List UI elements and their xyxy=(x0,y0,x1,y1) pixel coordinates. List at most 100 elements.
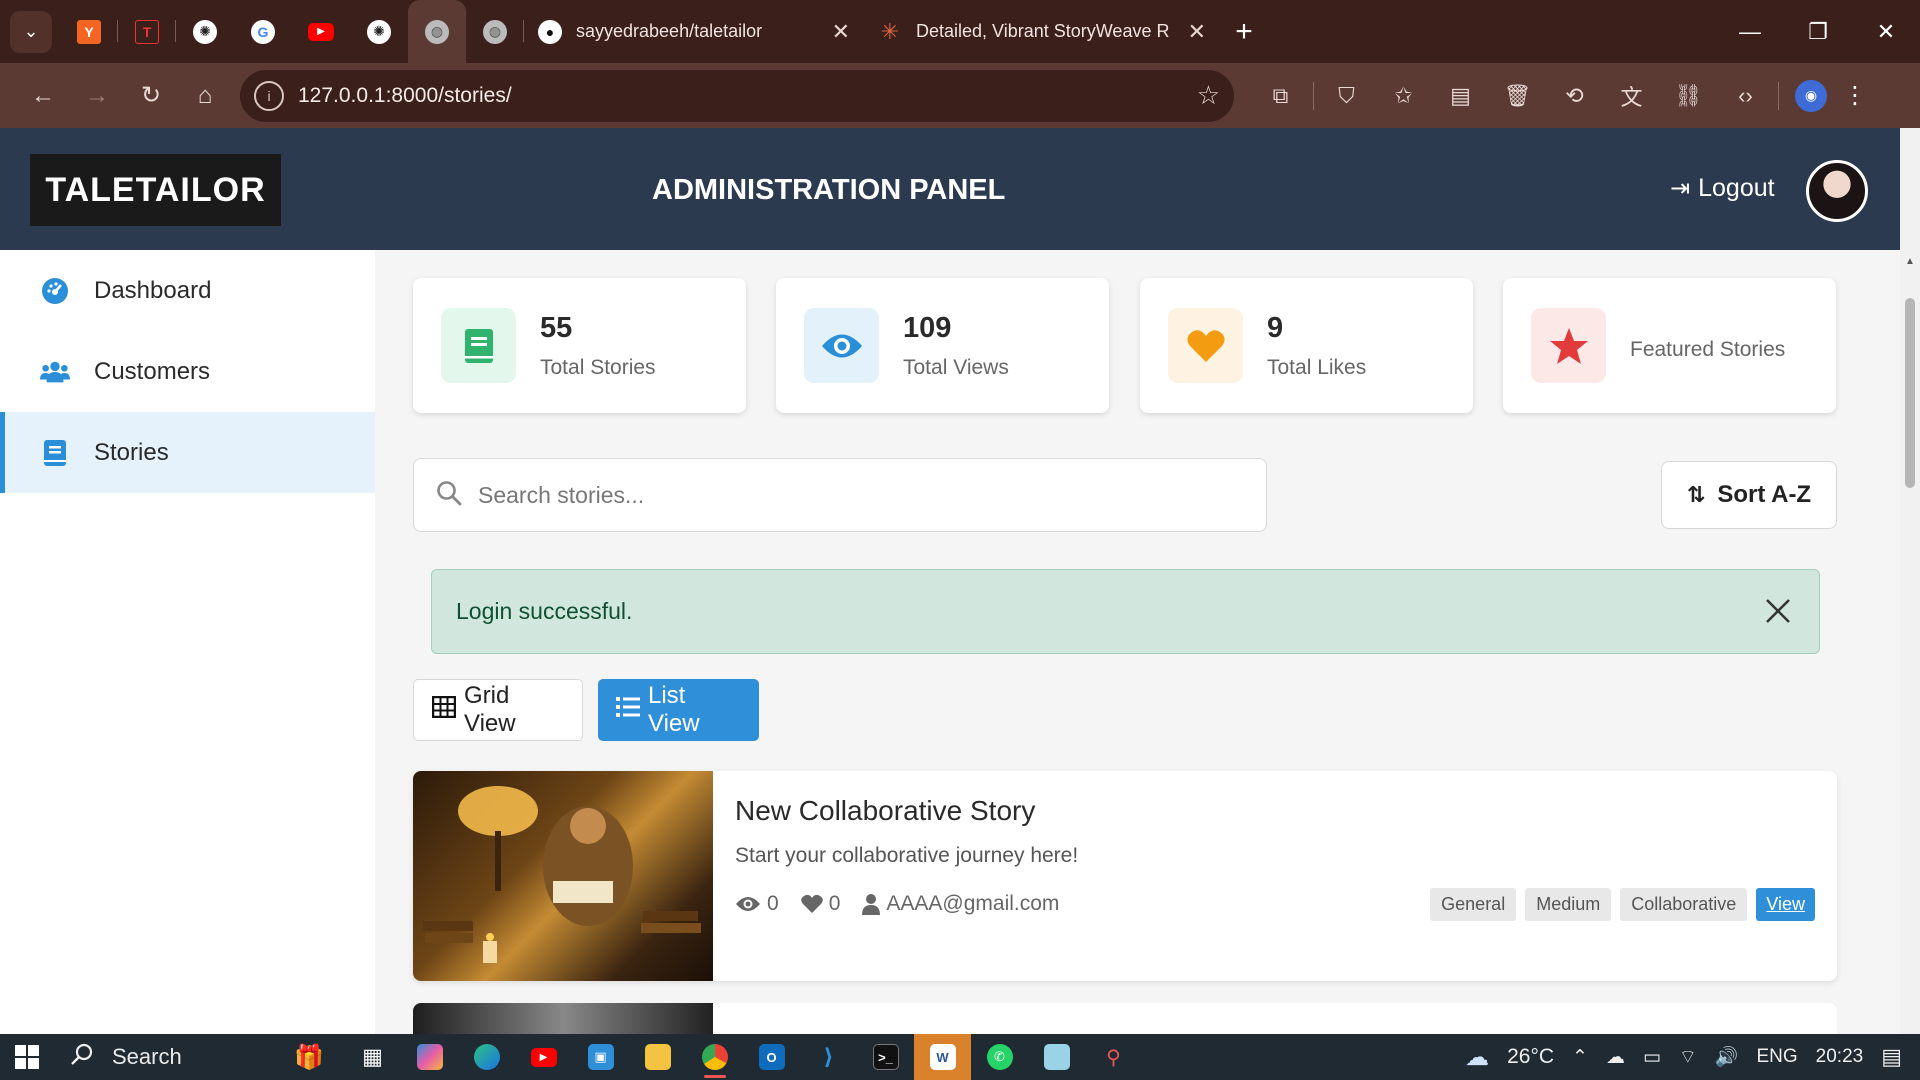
tab-title: Detailed, Vibrant StoryWeave R xyxy=(916,21,1170,41)
story-thumbnail[interactable] xyxy=(413,771,713,981)
minimize-icon[interactable]: — xyxy=(1716,19,1784,45)
ycombinator-icon: Y xyxy=(77,19,101,44)
reload-icon[interactable]: ↻ xyxy=(124,74,178,118)
pinned-tab-globe[interactable]: ◍ xyxy=(466,0,524,63)
eye-icon xyxy=(736,897,760,911)
reading-list-icon[interactable]: ▤ xyxy=(1432,74,1489,118)
sort-label: Sort A-Z xyxy=(1717,481,1812,508)
page-scrollbar[interactable]: ▲ xyxy=(1900,128,1920,1034)
task-view-icon[interactable]: ▦ xyxy=(344,1034,401,1080)
tab-storyweave[interactable]: ✳ Detailed, Vibrant StoryWeave R ✕ xyxy=(864,0,1220,63)
avatar[interactable] xyxy=(1806,160,1868,222)
profile-icon[interactable]: ◉ xyxy=(1795,79,1827,112)
vscode-icon[interactable]: ⟩ xyxy=(800,1034,857,1080)
language-indicator[interactable]: ENG xyxy=(1756,1046,1797,1068)
bookmark-star-icon[interactable]: ☆ xyxy=(1197,80,1220,111)
whatsapp-icon[interactable]: ✆ xyxy=(971,1034,1028,1080)
restore-icon[interactable]: ❐ xyxy=(1784,19,1852,45)
sidebar-item-stories[interactable]: Stories xyxy=(0,412,375,493)
outlook-icon[interactable]: O xyxy=(743,1034,800,1080)
close-icon[interactable]: ✕ xyxy=(1188,19,1206,45)
translate-icon[interactable]: 文 xyxy=(1603,74,1660,118)
sort-button[interactable]: ⇅ Sort A-Z xyxy=(1661,461,1837,529)
volume-icon[interactable]: 🔊 xyxy=(1715,1045,1739,1069)
globe-icon: ◍ xyxy=(483,19,507,44)
pinned-tab-youtube[interactable]: ▶ xyxy=(292,0,350,63)
wifi-icon[interactable]: ⌔ xyxy=(1679,1045,1697,1069)
copilot-icon[interactable] xyxy=(401,1034,458,1080)
stat-card-total-likes: 9 Total Likes xyxy=(1140,278,1473,413)
link-icon[interactable]: ⛓ xyxy=(1660,74,1717,118)
new-tab-button[interactable]: + xyxy=(1220,15,1268,49)
search-icon xyxy=(436,480,462,511)
views-value: 0 xyxy=(767,892,779,915)
store-icon[interactable]: ▣ xyxy=(572,1034,629,1080)
pinned-tab-google[interactable]: G xyxy=(234,0,292,63)
sidebar-item-customers[interactable]: Customers xyxy=(0,331,375,412)
tab-github[interactable]: ● sayyedrabeeh/taletailor ✕ xyxy=(524,0,864,63)
windows-icon xyxy=(15,1045,39,1069)
start-button[interactable] xyxy=(0,1045,54,1069)
url-text[interactable]: 127.0.0.1:8000/stories/ xyxy=(298,84,512,108)
history-icon[interactable]: ⟲ xyxy=(1546,74,1603,118)
scroll-up-icon[interactable]: ▲ xyxy=(1905,256,1915,267)
file-explorer-icon[interactable] xyxy=(629,1034,686,1080)
view-story-button[interactable]: View xyxy=(1756,888,1815,921)
incognito-icon[interactable]: ⛉ xyxy=(1318,74,1375,118)
browser-toolbar: ← → ↻ ⌂ i 127.0.0.1:8000/stories/ ☆ ⧉ ⛉ … xyxy=(0,63,1920,128)
pinned-tab-tj[interactable]: T xyxy=(118,0,176,63)
clock[interactable]: 20:23 xyxy=(1816,1046,1864,1068)
scrollbar-thumb[interactable] xyxy=(1905,298,1915,488)
back-icon[interactable]: ← xyxy=(16,74,70,118)
edge-icon[interactable] xyxy=(458,1034,515,1080)
logout-button[interactable]: ⇥ Logout xyxy=(1670,174,1775,203)
stat-value: 109 xyxy=(903,312,952,344)
sort-alpha-icon: ⇅ xyxy=(1686,482,1706,507)
word-icon[interactable]: W xyxy=(914,1034,971,1080)
grid-view-label: Grid View xyxy=(464,682,516,737)
sidebar-item-dashboard[interactable]: Dashboard xyxy=(0,250,375,331)
browser-tab-strip: ⌄ Y T ✺ G ▶ ✺ ◍ ◍ ● sayyedrabeeh/taletai… xyxy=(0,0,1920,63)
git-tool-icon[interactable]: ⚲ xyxy=(1085,1034,1142,1080)
address-bar[interactable]: i 127.0.0.1:8000/stories/ ☆ xyxy=(240,69,1234,122)
extensions-icon[interactable]: ⧉ xyxy=(1252,74,1309,118)
forward-icon[interactable]: → xyxy=(70,74,124,118)
menu-icon[interactable]: ⋮ xyxy=(1843,81,1867,110)
notifications-icon[interactable]: ▤ xyxy=(1881,1044,1902,1070)
notes-icon[interactable] xyxy=(1028,1034,1085,1080)
story-tags: General Medium Collaborative View xyxy=(1421,888,1815,921)
onedrive-icon[interactable]: ☁ xyxy=(1606,1046,1625,1069)
pinned-tab-chatgpt-2[interactable]: ✺ xyxy=(350,0,408,63)
tab-search-button[interactable]: ⌄ xyxy=(10,10,52,53)
code-icon[interactable]: ‹› xyxy=(1717,74,1774,118)
heart-icon xyxy=(800,894,823,913)
pinned-tab-current[interactable]: ◍ xyxy=(408,0,466,63)
close-icon[interactable] xyxy=(1761,594,1795,628)
story-title: New Collaborative Story xyxy=(735,795,1036,826)
close-icon[interactable]: ✕ xyxy=(832,19,850,45)
grid-view-button[interactable]: Grid View xyxy=(413,679,583,741)
list-view-button[interactable]: List View xyxy=(598,679,759,741)
search-input[interactable] xyxy=(478,481,1238,509)
trash-icon[interactable]: 🗑 xyxy=(1489,74,1546,118)
terminal-icon[interactable]: >_ xyxy=(857,1034,914,1080)
widget-gift-icon[interactable]: 🎁 xyxy=(294,1043,324,1072)
weather-temp[interactable]: 26°C xyxy=(1507,1045,1554,1069)
youtube-icon[interactable]: ▶ xyxy=(515,1034,572,1080)
pinned-tab-chatgpt[interactable]: ✺ xyxy=(176,0,234,63)
close-window-icon[interactable]: ✕ xyxy=(1852,19,1920,45)
pinned-tab-ycombinator[interactable]: Y xyxy=(60,0,118,63)
search-icon xyxy=(70,1042,94,1072)
favorites-icon[interactable]: ✩ xyxy=(1375,74,1432,118)
battery-icon[interactable]: ▭ xyxy=(1643,1046,1661,1069)
chevron-up-icon[interactable]: ⌃ xyxy=(1572,1046,1588,1069)
globe-icon: ◍ xyxy=(425,19,449,44)
brand-logo[interactable]: TALETAILOR xyxy=(30,154,281,226)
taskbar-search[interactable]: Search 🎁 xyxy=(54,1034,344,1080)
chrome-icon[interactable] xyxy=(686,1034,743,1080)
search-box xyxy=(413,458,1267,532)
site-info-icon[interactable]: i xyxy=(254,80,284,111)
weather-icon[interactable]: ☁ xyxy=(1465,1043,1489,1072)
sidebar-item-label: Dashboard xyxy=(94,276,212,304)
home-icon[interactable]: ⌂ xyxy=(178,74,232,118)
